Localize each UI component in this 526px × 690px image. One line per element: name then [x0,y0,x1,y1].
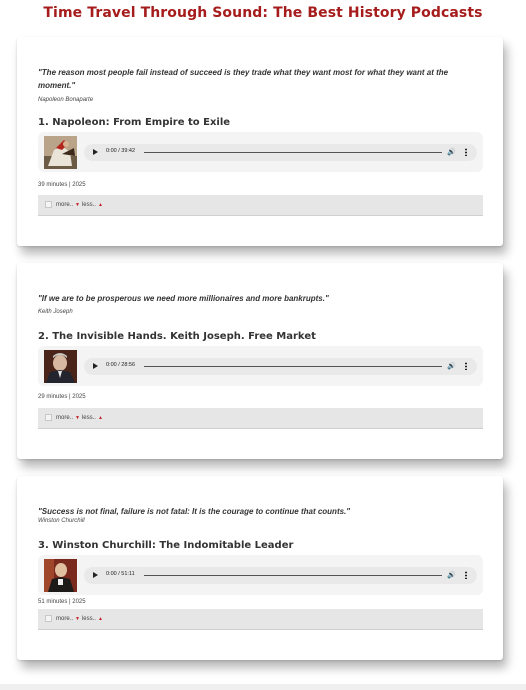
expand-icon[interactable] [45,414,52,421]
episode-title: 2. The Invisible Hands. Keith Joseph. Fr… [38,331,316,342]
quote-author: Napoleon Bonaparte [38,97,94,103]
audio-player[interactable]: 0:00 / 28:56 🔊 [84,358,477,375]
player-row: 0:00 / 51:11 🔊 [38,555,483,595]
quote-author: Winston Churchill [38,518,85,524]
page-footer-band [0,684,526,690]
episode-meta: 29 minutes | 2025 [38,394,86,400]
page-title: Time Travel Through Sound: The Best Hist… [43,5,483,21]
audio-player[interactable]: 0:00 / 51:11 🔊 [84,567,477,584]
details-toggle-bar: more.. ▼ less.. ▲ [38,609,483,630]
player-row: 0:00 / 39:42 🔊 [38,132,483,172]
arrow-down-icon[interactable]: ▼ [75,616,80,622]
player-row: 0:00 / 28:56 🔊 [38,346,483,386]
volume-icon[interactable]: 🔊 [447,362,456,370]
arrow-up-icon[interactable]: ▲ [98,202,103,208]
episode-quote: "If we are to be prosperous we need more… [38,294,329,303]
episode-thumbnail [44,350,77,383]
more-link[interactable]: more.. [56,616,73,622]
volume-icon[interactable]: 🔊 [447,571,456,579]
episode-card: "The reason most people fail instead of … [17,37,503,246]
episode-quote: "Success is not final, failure is not fa… [38,507,351,516]
episode-quote: "The reason most people fail instead of … [38,68,449,90]
episode-card: "If we are to be prosperous we need more… [17,263,503,459]
audio-player[interactable]: 0:00 / 39:42 🔊 [84,144,477,161]
playback-time: 0:00 / 51:11 [106,571,135,577]
more-link[interactable]: more.. [56,415,73,421]
arrow-up-icon[interactable]: ▲ [98,415,103,421]
episode-thumbnail [44,559,77,592]
expand-icon[interactable] [45,615,52,622]
seek-bar[interactable] [144,152,442,153]
less-link[interactable]: less.. [82,616,96,622]
playback-time: 0:00 / 39:42 [106,148,136,154]
episode-thumbnail [44,136,77,169]
expand-icon[interactable] [45,201,52,208]
episode-meta: 39 minutes | 2025 [38,182,86,188]
less-link[interactable]: less.. [82,202,96,208]
seek-bar[interactable] [144,366,442,367]
arrow-down-icon[interactable]: ▼ [75,202,80,208]
episode-meta: 51 minutes | 2025 [38,599,86,605]
more-options-icon[interactable] [465,571,467,579]
arrow-up-icon[interactable]: ▲ [98,616,103,622]
playback-time: 0:00 / 28:56 [106,362,136,368]
episode-card: "Success is not final, failure is not fa… [17,476,503,660]
play-icon[interactable] [93,149,98,155]
details-toggle-bar: more.. ▼ less.. ▲ [38,408,483,429]
more-options-icon[interactable] [465,362,467,370]
more-options-icon[interactable] [465,148,467,156]
quote-author: Keith Joseph [38,309,73,315]
more-link[interactable]: more.. [56,202,73,208]
arrow-down-icon[interactable]: ▼ [75,415,80,421]
episode-title: 3. Winston Churchill: The Indomitable Le… [38,540,294,551]
less-link[interactable]: less.. [82,415,96,421]
play-icon[interactable] [93,363,98,369]
seek-bar[interactable] [144,575,442,576]
episode-title: 1. Napoleon: From Empire to Exile [38,117,231,128]
volume-icon[interactable]: 🔊 [447,148,456,156]
play-icon[interactable] [93,572,98,578]
details-toggle-bar: more.. ▼ less.. ▲ [38,195,483,216]
